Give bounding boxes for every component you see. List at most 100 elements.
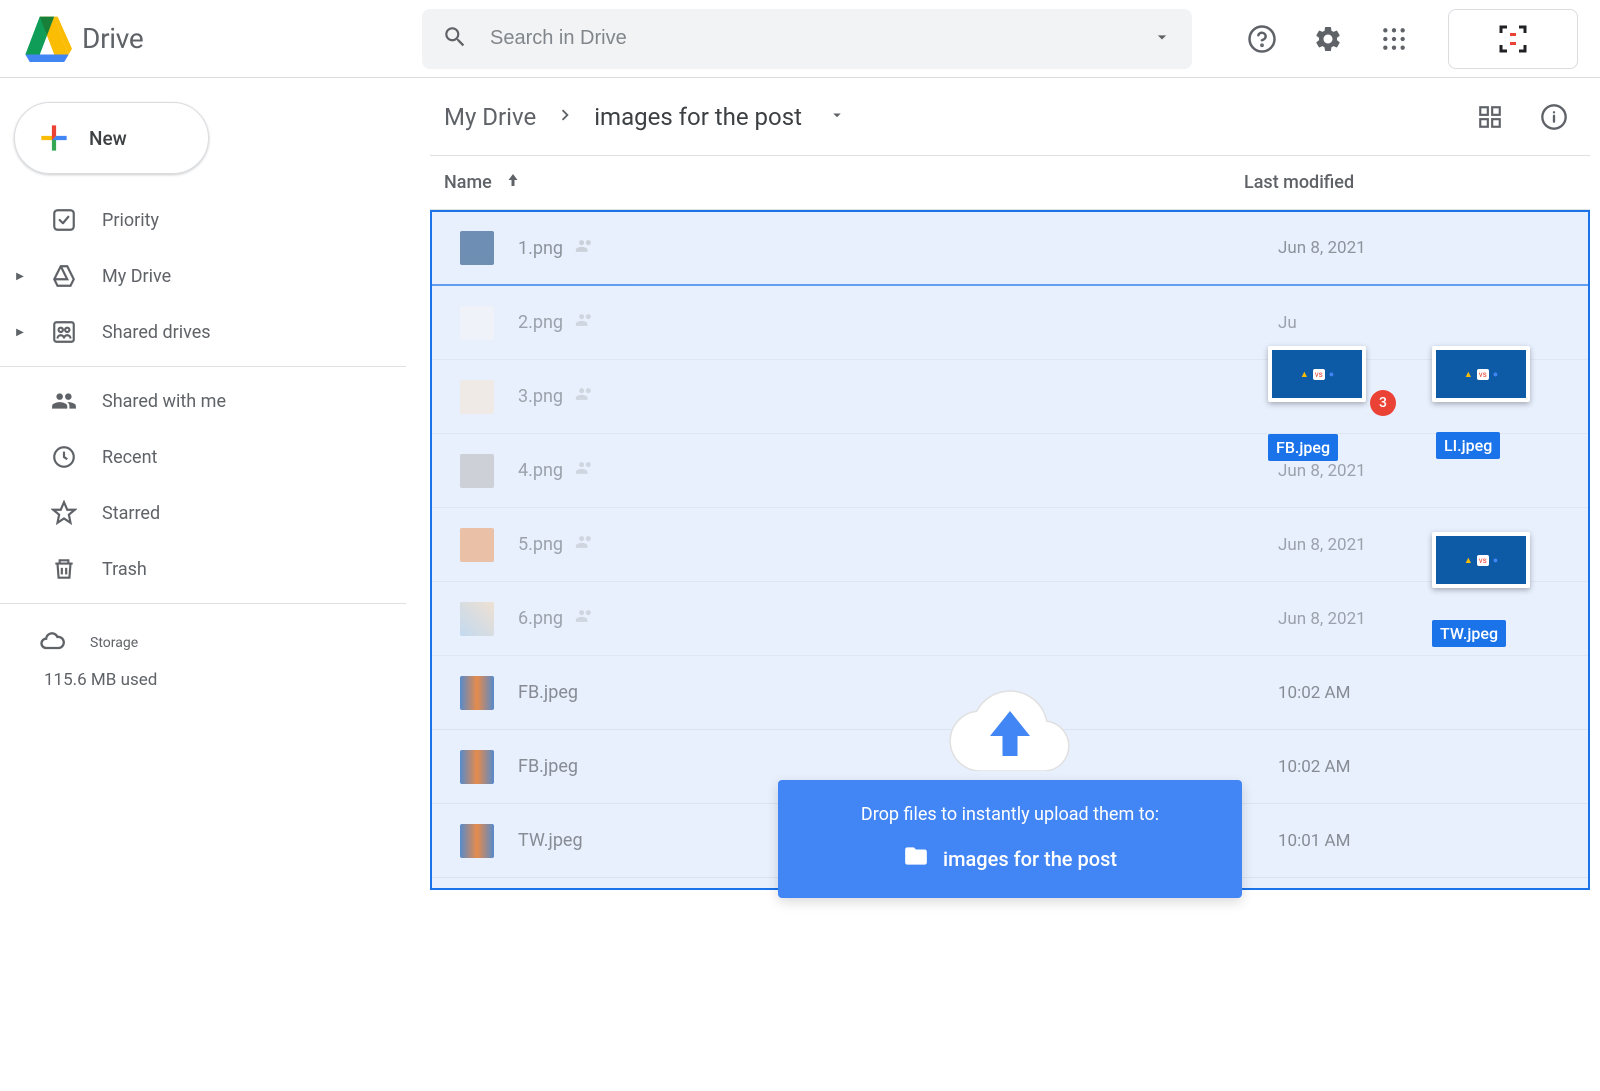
file-row[interactable]: 1.png Jun 8, 2021 [432, 212, 1588, 286]
file-row[interactable]: 2.png Ju [432, 286, 1588, 360]
column-last-modified-label: Last modified [1244, 172, 1354, 193]
search-input[interactable] [490, 27, 1152, 50]
drop-folder-name: images for the post [943, 847, 1117, 871]
drop-banner: Drop files to instantly upload them to: … [778, 780, 1242, 898]
drag-count-badge: 3 [1370, 390, 1396, 416]
sidebar-item-shared-with-me[interactable]: Shared with me [0, 373, 406, 429]
file-date: Jun 8, 2021 [1278, 461, 1366, 481]
storage-used: 115.6 MB used [0, 666, 406, 698]
header-right [1240, 9, 1578, 69]
file-name: FB.jpeg [518, 682, 578, 703]
file-name: 3.png [518, 386, 563, 407]
new-button[interactable]: New [14, 102, 209, 174]
file-name: 1.png [518, 238, 563, 259]
file-thumbnail [460, 750, 494, 784]
file-thumbnail [460, 231, 494, 265]
drag-file-label: LI.jpeg [1436, 432, 1500, 459]
details-icon[interactable] [1532, 95, 1576, 139]
support-icon[interactable] [1240, 17, 1284, 61]
search-options-icon[interactable] [1152, 27, 1172, 51]
star-icon [50, 500, 78, 526]
shared-icon [575, 458, 595, 483]
file-row[interactable]: 6.png Jun 8, 2021 [432, 582, 1588, 656]
settings-icon[interactable] [1306, 17, 1350, 61]
new-button-label: New [89, 127, 127, 150]
file-name: 5.png [518, 534, 563, 555]
breadcrumb-current[interactable]: images for the post [594, 103, 802, 131]
column-name-label: Name [444, 172, 492, 193]
column-last-modified[interactable]: Last modified [1244, 172, 1576, 193]
column-name[interactable]: Name [444, 171, 1244, 194]
chevron-right-icon [554, 104, 576, 130]
grid-view-icon[interactable] [1468, 95, 1512, 139]
drag-ghost: ▲vs● [1432, 346, 1530, 402]
sidebar-item-label: Priority [102, 210, 159, 231]
file-name: 6.png [518, 608, 563, 629]
sidebar-item-label: My Drive [102, 266, 171, 287]
file-list-drop-zone[interactable]: 1.png Jun 8, 2021 2.png Ju 3.png Ju 4.pn… [430, 210, 1590, 890]
drive-logo-icon [22, 16, 72, 62]
file-date: 10:01 AM [1278, 831, 1350, 851]
drag-ghost: ▲vs● [1268, 346, 1366, 402]
file-thumbnail [460, 602, 494, 636]
file-thumbnail [460, 454, 494, 488]
drag-file-label: TW.jpeg [1432, 620, 1506, 647]
apps-icon[interactable] [1372, 17, 1416, 61]
sidebar-item-storage[interactable]: Storage [0, 610, 406, 666]
drag-ghost: ▲vs● [1432, 532, 1530, 588]
file-thumbnail [460, 824, 494, 858]
sidebar-item-starred[interactable]: Starred [0, 485, 406, 541]
logo-area[interactable]: Drive [22, 16, 322, 62]
drive-icon [50, 263, 78, 289]
sidebar-item-label: Shared drives [102, 322, 211, 343]
sidebar-item-trash[interactable]: Trash [0, 541, 406, 597]
priority-icon [50, 207, 78, 233]
sidebar-item-shared-drives[interactable]: ▶ Shared drives [0, 304, 406, 360]
upload-cloud-icon [945, 682, 1075, 770]
sidebar-item-label: Shared with me [102, 391, 226, 412]
folder-icon [903, 843, 929, 874]
sidebar-item-label: Trash [102, 559, 147, 580]
file-row[interactable]: 3.png Ju [432, 360, 1588, 434]
file-date: 10:02 AM [1278, 683, 1350, 703]
shared-icon [575, 384, 595, 409]
shared-icon [575, 532, 595, 557]
file-row[interactable]: 5.png Jun 8, 2021 [432, 508, 1588, 582]
sidebar: New Priority ▶ My Drive ▶ Shared drives … [0, 78, 406, 1091]
clock-icon [50, 444, 78, 470]
search-icon [442, 24, 468, 54]
people-icon [50, 388, 78, 414]
file-date: 10:02 AM [1278, 757, 1350, 777]
drag-file-label: FB.jpeg [1268, 434, 1338, 461]
breadcrumb-dropdown-icon[interactable] [828, 106, 846, 128]
file-name: 4.png [518, 460, 563, 481]
file-row[interactable]: 4.png Jun 8, 2021 [432, 434, 1588, 508]
sidebar-item-priority[interactable]: Priority [0, 192, 406, 248]
shared-icon [575, 606, 595, 631]
breadcrumb-root[interactable]: My Drive [444, 103, 536, 131]
search-bar[interactable] [422, 9, 1192, 69]
file-date: Jun 8, 2021 [1278, 238, 1366, 258]
main: My Drive images for the post Name [430, 78, 1590, 1091]
sidebar-item-recent[interactable]: Recent [0, 429, 406, 485]
breadcrumb: My Drive images for the post [444, 103, 846, 131]
shared-drives-icon [50, 319, 78, 345]
file-thumbnail [460, 676, 494, 710]
breadcrumb-row: My Drive images for the post [430, 78, 1590, 156]
expand-icon[interactable]: ▶ [14, 327, 26, 338]
file-name: 2.png [518, 312, 563, 333]
drop-message: Drop files to instantly upload them to: [802, 804, 1218, 825]
file-thumbnail [460, 380, 494, 414]
expand-icon[interactable]: ▶ [14, 271, 26, 282]
account-button[interactable] [1448, 9, 1578, 69]
header: Drive [0, 0, 1600, 78]
cloud-icon [38, 627, 66, 659]
plus-icon [35, 119, 73, 157]
account-extension-icon [1495, 21, 1531, 57]
column-headers: Name Last modified [430, 156, 1590, 210]
sidebar-item-label: Starred [102, 503, 160, 524]
file-thumbnail [460, 306, 494, 340]
app-title: Drive [82, 22, 143, 55]
file-date: Ju [1278, 313, 1297, 333]
sidebar-item-my-drive[interactable]: ▶ My Drive [0, 248, 406, 304]
